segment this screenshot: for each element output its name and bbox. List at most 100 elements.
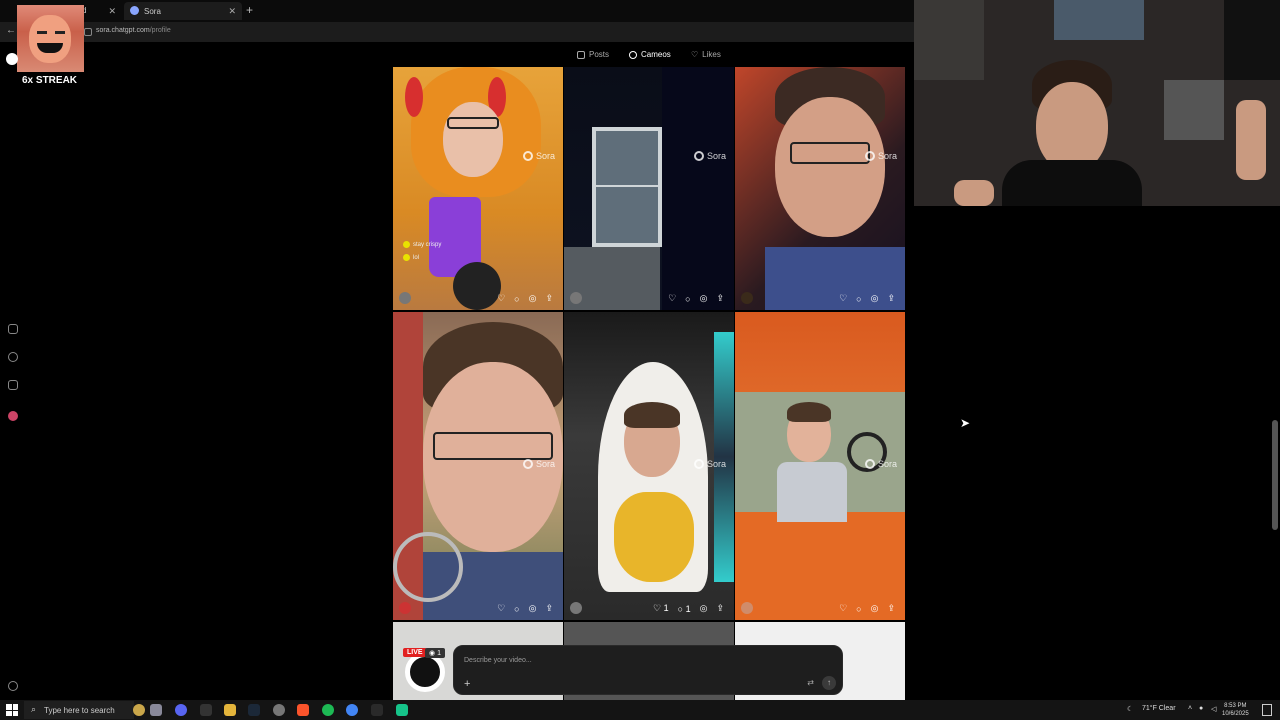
chevron-up-icon[interactable]: ˄ xyxy=(1188,705,1192,712)
close-icon[interactable]: ✕ xyxy=(108,6,116,17)
remix-icon[interactable]: ◎ xyxy=(529,293,537,304)
share-icon[interactable]: ⇪ xyxy=(716,603,724,614)
prompt-input[interactable]: Describe your video... xyxy=(464,657,532,664)
tab-likes[interactable]: ♡ Likes xyxy=(691,50,721,59)
chrome-icon[interactable] xyxy=(346,704,358,716)
comment-icon[interactable]: ○ xyxy=(856,294,861,304)
taskbar-search[interactable]: ⌕ Type here to search xyxy=(24,701,134,719)
app-icon[interactable] xyxy=(200,704,212,716)
tab-posts[interactable]: Posts xyxy=(577,50,609,59)
search-icon: ⌕ xyxy=(31,704,37,714)
remix-icon[interactable]: ◎ xyxy=(700,293,708,304)
prompt-box[interactable]: Describe your video... + ⇄ ↑ xyxy=(453,645,843,695)
share-icon[interactable]: ⇪ xyxy=(887,603,895,614)
heart-icon[interactable]: ♡ xyxy=(668,293,676,304)
avatar[interactable] xyxy=(399,292,411,304)
heart-icon[interactable]: ♡ xyxy=(839,603,847,614)
discord-icon[interactable] xyxy=(175,704,187,716)
sora-watermark: Sora xyxy=(864,459,897,469)
live-badge: LIVE xyxy=(403,648,427,657)
file-explorer-icon[interactable] xyxy=(224,704,236,716)
volume-icon[interactable]: ◁ xyxy=(1211,705,1216,713)
microphone-icon[interactable]: ● xyxy=(1199,705,1203,712)
sora-watermark: Sora xyxy=(864,151,897,161)
sora-logo-icon[interactable] xyxy=(6,53,18,65)
tile-actions: ♡ ○ ◎ ⇪ xyxy=(839,293,895,304)
settings-icon[interactable] xyxy=(273,704,285,716)
back-arrow-icon[interactable]: ← xyxy=(6,25,16,36)
weather-label[interactable]: 71°F Clear xyxy=(1142,705,1176,712)
streak-label: 6x STREAK xyxy=(22,75,78,86)
heart-icon[interactable]: ♡ 1 xyxy=(653,603,669,614)
share-icon[interactable]: ⇪ xyxy=(716,293,724,304)
heart-icon[interactable]: ♡ xyxy=(497,603,505,614)
scrollbar[interactable] xyxy=(1272,420,1278,530)
caption-line: lol xyxy=(403,254,419,261)
video-tile[interactable]: Sora ♡ ○ ◎ ⇪ xyxy=(393,312,563,620)
tab-sora[interactable]: Sora ✕ xyxy=(124,2,242,20)
share-icon[interactable]: ⇪ xyxy=(545,603,553,614)
add-button[interactable]: + xyxy=(464,678,470,690)
settings-toggle-icon[interactable]: ⇄ xyxy=(807,678,814,687)
tab-cameos[interactable]: Cameos xyxy=(629,50,671,59)
steam-icon[interactable] xyxy=(248,704,260,716)
settings-icon[interactable] xyxy=(8,681,18,691)
windows-start-icon[interactable] xyxy=(6,704,18,716)
sora-watermark: Sora xyxy=(693,151,726,161)
remix-icon[interactable]: ◎ xyxy=(871,293,879,304)
app-icon[interactable] xyxy=(133,704,145,716)
sora-watermark: Sora xyxy=(693,459,726,469)
avatar[interactable] xyxy=(570,602,582,614)
share-icon[interactable]: ⇪ xyxy=(545,293,553,304)
terminal-icon[interactable] xyxy=(371,704,383,716)
tab-sora-label: Sora xyxy=(144,6,161,16)
remix-icon[interactable]: ◎ xyxy=(700,603,708,614)
heart-icon: ♡ xyxy=(691,50,699,59)
video-tile[interactable]: Sora ♡ ○ ◎ ⇪ xyxy=(564,67,734,310)
avatar[interactable] xyxy=(741,292,753,304)
site-info-icon[interactable] xyxy=(84,28,92,36)
comment-icon[interactable]: ○ xyxy=(514,604,519,614)
send-button[interactable]: ↑ xyxy=(822,676,836,690)
close-icon[interactable]: ✕ xyxy=(228,6,236,17)
notifications-icon[interactable] xyxy=(8,380,18,390)
sora-watermark: Sora xyxy=(522,151,555,161)
tile-actions: ♡ ○ ◎ ⇪ xyxy=(497,293,553,304)
avatar[interactable] xyxy=(570,292,582,304)
comment-icon[interactable]: ○ 1 xyxy=(678,604,691,614)
search-icon[interactable] xyxy=(8,352,18,362)
notifications-icon[interactable] xyxy=(1262,704,1272,716)
profile-avatar-icon[interactable] xyxy=(8,411,18,421)
new-tab-button[interactable]: + xyxy=(246,3,253,17)
tile-actions: ♡ ○ ◎ ⇪ xyxy=(497,603,553,614)
browser-tab-bar: d ✕ Sora ✕ + xyxy=(0,0,914,22)
app-icon[interactable] xyxy=(396,704,408,716)
spotify-icon[interactable] xyxy=(322,704,334,716)
comment-icon[interactable]: ○ xyxy=(685,294,690,304)
heart-icon[interactable]: ♡ xyxy=(497,293,505,304)
comment-icon[interactable]: ○ xyxy=(514,294,519,304)
home-icon[interactable] xyxy=(8,324,18,334)
brave-icon[interactable] xyxy=(297,704,309,716)
video-tile[interactable]: Sora stay crispy lol ♡ ○ ◎ ⇪ xyxy=(393,67,563,310)
cameos-icon xyxy=(629,50,637,59)
comment-icon[interactable]: ○ xyxy=(856,604,861,614)
url-field[interactable]: sora.chatgpt.com/profile xyxy=(96,27,171,34)
tile-actions: ♡ ○ ◎ ⇪ xyxy=(839,603,895,614)
share-icon[interactable]: ⇪ xyxy=(887,293,895,304)
posts-icon xyxy=(577,50,585,59)
taskbar: ⌕ Type here to search ☾ 71°F Clear ˄ ● ◁… xyxy=(0,700,1280,720)
tile-actions: ♡ ○ ◎ ⇪ xyxy=(668,293,724,304)
app-icon[interactable] xyxy=(150,704,162,716)
avatar[interactable] xyxy=(741,602,753,614)
remix-icon[interactable]: ◎ xyxy=(871,603,879,614)
remix-icon[interactable]: ◎ xyxy=(529,603,537,614)
video-tile[interactable]: Sora ♡ 1 ○ 1 ◎ ⇪ xyxy=(564,312,734,620)
heart-icon[interactable]: ♡ xyxy=(839,293,847,304)
video-tile[interactable]: Sora ♡ ○ ◎ ⇪ xyxy=(735,312,905,620)
avatar[interactable] xyxy=(399,602,411,614)
video-tile[interactable]: Sora ♡ ○ ◎ ⇪ xyxy=(735,67,905,310)
eye-icon: ◉ xyxy=(429,650,436,657)
webcam-feed xyxy=(914,0,1280,206)
clock[interactable]: 8:53 PM 10/6/2025 xyxy=(1222,702,1249,718)
